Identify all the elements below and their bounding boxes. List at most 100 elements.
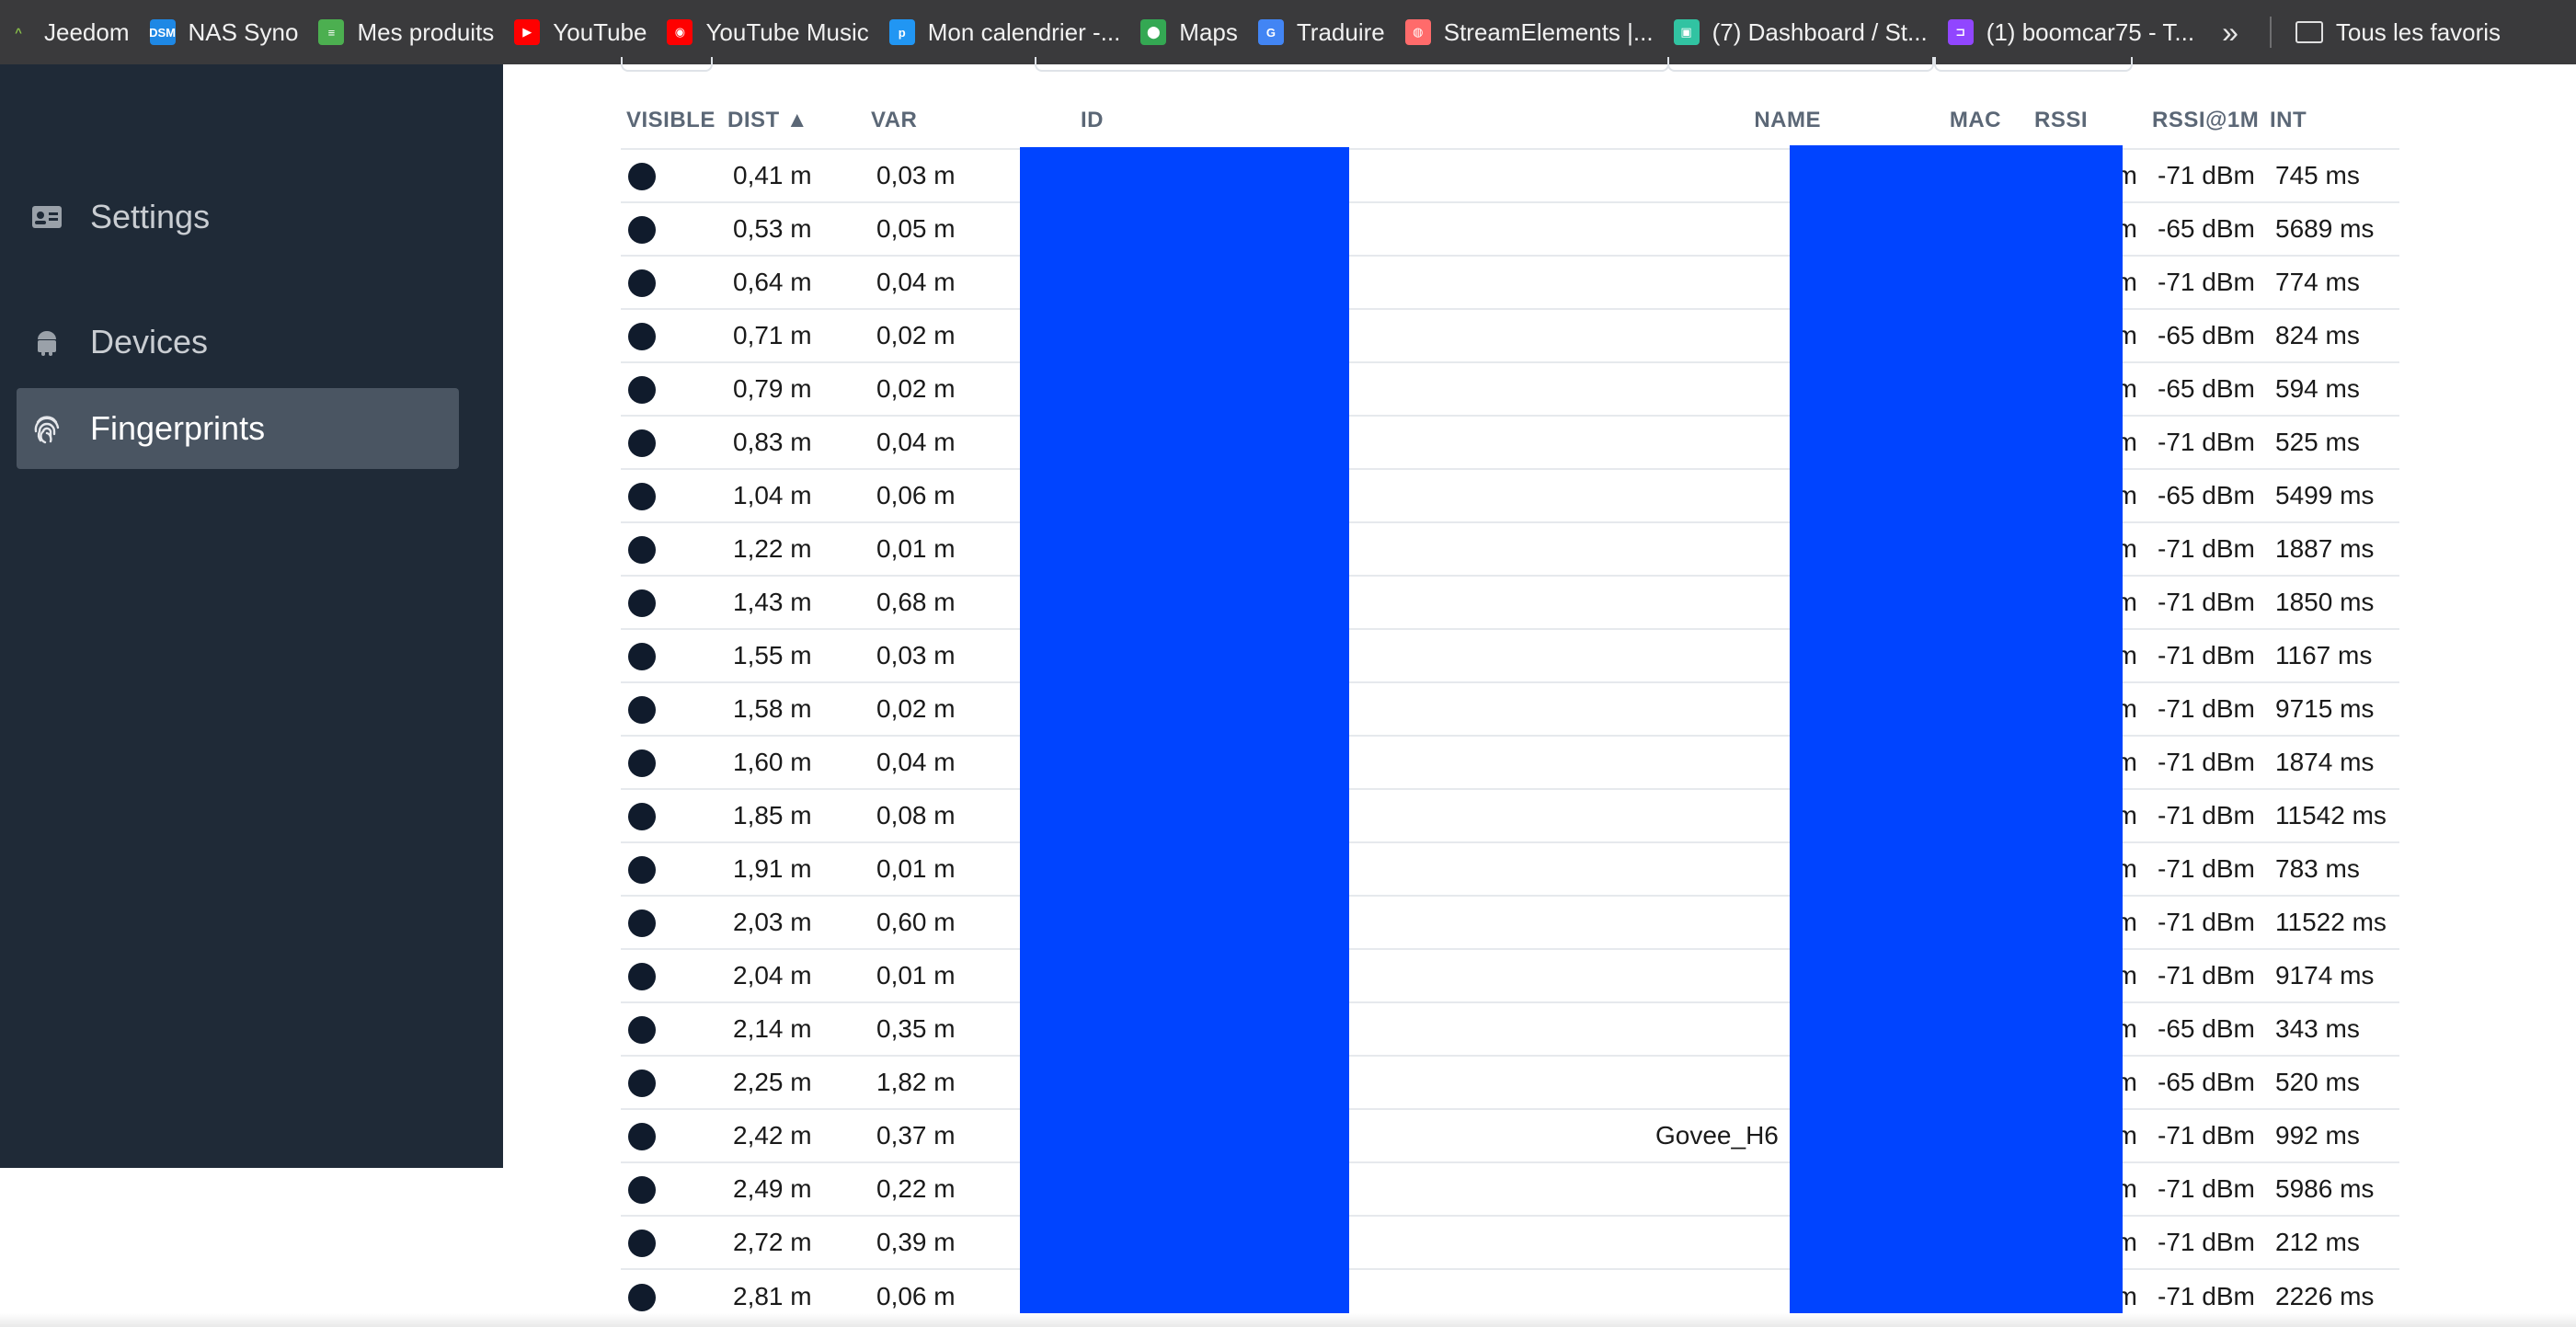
sidebar-item-devices[interactable]: Devices (17, 302, 459, 383)
table-row[interactable]: 2,49 m0,22 m-88 dBm-71 dBm5986 ms (621, 1161, 2399, 1216)
bookmark-item[interactable]: G Traduire (1257, 0, 1405, 64)
bookmarks-overflow-button[interactable]: » (2215, 16, 2262, 50)
table-row[interactable]: 2,04 m0,01 m-82 dBm-71 dBm9174 ms (621, 948, 2399, 1002)
dist-cell: 0,79 m (722, 361, 865, 416)
fingerprints-panel: VISIBLE DIST ▲ VAR ID NAME MAC RSSI RSSI… (503, 57, 2576, 1327)
sidebar-item-label: Devices (90, 323, 209, 360)
bookmark-item[interactable]: p Mon calendrier -... (888, 0, 1141, 64)
table-row[interactable]: 1,43 m0,68 m-69 dBm-71 dBm1850 ms (621, 575, 2399, 629)
calendar-icon: p (888, 19, 915, 45)
bookmark-item[interactable]: DSM NAS Syno (149, 0, 319, 64)
bookmark-label: Traduire (1296, 17, 1385, 46)
visible-cell (621, 735, 722, 789)
column-header-rssi[interactable]: RSSI (2029, 92, 2147, 149)
dist-cell: 0,64 m (722, 255, 865, 309)
visible-dot-icon (628, 803, 656, 831)
table-row[interactable]: 0,71 m0,02 m-62 dBm-65 dBm824 ms (621, 308, 2399, 362)
table-row[interactable]: 0,83 m0,04 m-71 dBm-71 dBm525 ms (621, 415, 2399, 469)
visible-cell (621, 788, 722, 842)
column-header-visible[interactable]: VISIBLE (621, 92, 722, 149)
table-row[interactable]: 0,79 m0,02 m-62 dBm-65 dBm594 ms (621, 361, 2399, 416)
visible-dot-icon (628, 963, 656, 991)
bookmark-item[interactable]: ◍ StreamElements |... (1404, 0, 1674, 64)
table-row[interactable]: 2,14 m0,35 m-77 dBm-65 dBm343 ms (621, 1001, 2399, 1056)
table-row[interactable]: 1,04 m0,06 m-63 dBm-65 dBm5499 ms (621, 468, 2399, 522)
visible-cell (621, 681, 722, 736)
table-row[interactable]: 0,64 m0,04 m-65 dBm-71 dBm774 ms (621, 255, 2399, 309)
table-row[interactable]: 2,42 m0,37 mGovee_H6-83 dBm-71 dBm992 ms (621, 1108, 2399, 1162)
rssi-1m-cell: -71 dBm (2147, 841, 2264, 896)
visible-cell (621, 841, 722, 896)
table-row[interactable]: 2,72 m0,39 m-86 dBm-71 dBm212 ms (621, 1215, 2399, 1269)
fingerprint-icon (31, 413, 63, 444)
table-row[interactable]: 1,55 m0,03 m-80 dBm-71 dBm1167 ms (621, 628, 2399, 682)
bookmarks-folder-all[interactable]: Tous les favoris (2295, 0, 2521, 64)
dist-cell: 1,43 m (722, 575, 865, 629)
column-header-id[interactable]: ID (1075, 92, 1655, 149)
dist-cell: 2,04 m (722, 948, 865, 1002)
int-cell: 11522 ms (2264, 895, 2399, 949)
filter-control[interactable] (1035, 57, 1669, 72)
table-row[interactable]: 1,58 m0,02 m-79 dBm-71 dBm9715 ms (621, 681, 2399, 736)
bookmark-item[interactable]: ▶ YouTube (514, 0, 667, 64)
bookmark-item[interactable]: ◉ YouTube Music (667, 0, 888, 64)
table-row[interactable]: 1,91 m0,01 m-81 dBm-71 dBm783 ms (621, 841, 2399, 896)
filter-control[interactable] (1934, 57, 2133, 72)
table-row[interactable]: 0,41 m0,03 m-52 dBm-71 dBm745 ms (621, 148, 2399, 202)
bookmark-label: Jeedom (44, 17, 130, 46)
bookmarks-separator (2269, 17, 2272, 48)
int-cell: 992 ms (2264, 1108, 2399, 1162)
rssi-1m-cell: -71 dBm (2147, 255, 2264, 309)
column-header-mac[interactable]: MAC (1849, 92, 2029, 149)
fingerprints-table: VISIBLE DIST ▲ VAR ID NAME MAC RSSI RSSI… (621, 92, 2399, 1322)
bookmark-item[interactable]: ≡ Mes produits (318, 0, 514, 64)
bookmark-item[interactable]: ^ Jeedom (6, 0, 150, 64)
bookmark-item[interactable]: ⬤ Maps (1140, 0, 1258, 64)
visible-dot-icon (628, 269, 656, 298)
filter-control[interactable] (1667, 57, 1934, 72)
sidebar-item-settings[interactable]: Settings (17, 177, 459, 257)
bookmark-label: (1) boomcar75 - T... (1986, 17, 2195, 46)
dist-cell: 1,04 m (722, 468, 865, 522)
column-header-int[interactable]: INT (2264, 92, 2399, 149)
visible-cell (621, 361, 722, 416)
visible-dot-icon (628, 429, 656, 458)
table-row[interactable]: 2,25 m1,82 m-76 dBm-65 dBm520 ms (621, 1055, 2399, 1109)
int-cell: 5499 ms (2264, 468, 2399, 522)
visible-dot-icon (628, 216, 656, 245)
bookmark-item[interactable]: ⊐ (1) boomcar75 - T... (1947, 0, 2215, 64)
int-cell: 343 ms (2264, 1001, 2399, 1056)
rssi-1m-cell: -65 dBm (2147, 1001, 2264, 1056)
table-row[interactable]: 1,85 m0,08 m-81 dBm-71 dBm11542 ms (621, 788, 2399, 842)
int-cell: 774 ms (2264, 255, 2399, 309)
sidebar-item-fingerprints[interactable]: Fingerprints (17, 388, 459, 469)
int-cell: 9715 ms (2264, 681, 2399, 736)
dist-cell: 1,60 m (722, 735, 865, 789)
int-cell: 5986 ms (2264, 1161, 2399, 1216)
bookmark-item[interactable]: ▣ (7) Dashboard / St... (1673, 0, 1948, 64)
column-header-name[interactable]: NAME (1655, 92, 1849, 149)
int-cell: 11542 ms (2264, 788, 2399, 842)
filter-control[interactable] (621, 57, 713, 72)
table-row[interactable]: 1,22 m0,01 m-71 dBm-71 dBm1887 ms (621, 521, 2399, 576)
rssi-1m-cell: -71 dBm (2147, 521, 2264, 576)
table-row[interactable]: 2,03 m0,60 m-82 dBm-71 dBm11522 ms (621, 895, 2399, 949)
column-header-var[interactable]: VAR (865, 92, 1075, 149)
translate-icon: G (1257, 19, 1284, 45)
visible-dot-icon (628, 1176, 656, 1205)
cart-icon: ≡ (318, 19, 345, 45)
visible-cell (621, 148, 722, 202)
table-row[interactable]: 1,60 m0,04 m-75 dBm-71 dBm1874 ms (621, 735, 2399, 789)
int-cell: 1874 ms (2264, 735, 2399, 789)
column-header-rssi-1m[interactable]: RSSI@1M (2147, 92, 2264, 149)
dist-cell: 2,42 m (722, 1108, 865, 1162)
visible-cell (621, 255, 722, 309)
android-icon (31, 326, 63, 358)
column-header-dist[interactable]: DIST ▲ (722, 92, 865, 149)
visible-dot-icon (628, 909, 656, 938)
rssi-1m-cell: -65 dBm (2147, 468, 2264, 522)
visible-cell (621, 1001, 722, 1056)
dist-cell: 2,25 m (722, 1055, 865, 1109)
table-row[interactable]: 0,53 m0,05 m-55 dBm-65 dBm5689 ms (621, 201, 2399, 256)
visible-dot-icon (628, 536, 656, 565)
